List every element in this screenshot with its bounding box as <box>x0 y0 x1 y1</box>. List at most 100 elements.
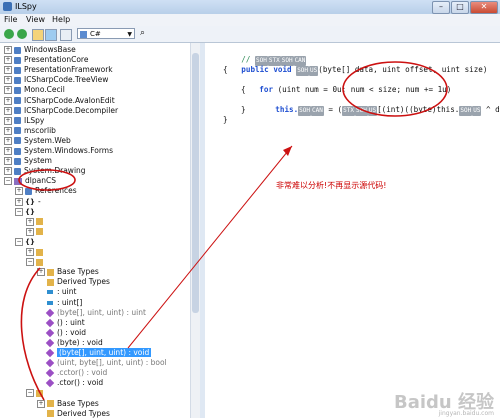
tree-item[interactable]: + PresentationFramework <box>4 65 113 75</box>
tree-item-label: References <box>35 186 77 196</box>
tree-item[interactable]: + PresentationCore <box>4 55 88 65</box>
tree-item[interactable]: () : void <box>37 328 86 338</box>
expand-icon[interactable]: + <box>4 86 12 95</box>
open-folder-icon[interactable] <box>32 29 44 41</box>
filter-icon[interactable] <box>60 29 72 41</box>
expand-icon[interactable]: + <box>4 56 12 65</box>
tree-item[interactable]: + System.Windows.Forms <box>4 146 113 156</box>
tree-item[interactable]: + ILSpy <box>4 116 44 126</box>
tree-item[interactable]: + System.Web <box>4 136 71 146</box>
class-icon <box>36 218 43 226</box>
expand-icon[interactable]: + <box>4 116 12 125</box>
tree-item[interactable]: + Mono.Cecil <box>4 85 65 95</box>
expand-icon[interactable]: + <box>4 136 12 145</box>
tree-item[interactable]: + System.Drawing <box>4 166 86 176</box>
expand-icon[interactable]: + <box>26 248 34 256</box>
expand-icon[interactable]: + <box>4 96 12 105</box>
maximize-button[interactable]: □ <box>451 1 469 14</box>
scroll-thumb[interactable] <box>192 53 199 313</box>
tree-item[interactable]: .cctor() : void <box>37 368 107 378</box>
tree-item[interactable]: +{} - <box>15 197 41 207</box>
expand-icon[interactable]: + <box>4 106 12 115</box>
expand-icon[interactable]: + <box>37 399 45 408</box>
expand-icon[interactable]: + <box>4 147 12 155</box>
tree-item-label: ICSharpCode.TreeView <box>24 75 109 85</box>
chevron-down-icon: ▼ <box>127 31 132 38</box>
tree-item[interactable]: : uint <box>37 287 76 297</box>
collapse-icon[interactable]: − <box>26 258 34 267</box>
tree-item[interactable]: + References <box>15 186 77 196</box>
forward-icon[interactable] <box>17 29 27 39</box>
collapse-icon[interactable]: − <box>4 177 12 186</box>
expand-icon[interactable]: + <box>15 197 23 206</box>
tree-item[interactable]: (uint, byte[], uint, uint) : bool <box>37 358 167 368</box>
tree-item-label: - <box>37 196 41 206</box>
expand-icon[interactable]: + <box>4 46 12 54</box>
menu-view[interactable]: View <box>26 15 45 24</box>
assembly-tree: + WindowsBase + PresentationCore + Presentati… <box>0 43 201 418</box>
tree-item[interactable]: + ICSharpCode.Decompiler <box>4 106 118 116</box>
expand-icon[interactable]: + <box>15 187 23 196</box>
tree-item[interactable]: + WindowsBase <box>4 45 76 55</box>
expand-icon[interactable]: + <box>26 227 34 236</box>
collapse-icon[interactable]: − <box>26 389 34 398</box>
expand-icon[interactable]: + <box>26 217 34 226</box>
collapse-icon[interactable]: − <box>15 237 23 246</box>
menu-help[interactable]: Help <box>52 15 70 24</box>
tree-item[interactable]: (byte[], uint, uint) : uint <box>37 308 146 318</box>
tree-item-label: .ctor() : void <box>57 378 104 388</box>
tree-item[interactable]: − <box>26 257 46 267</box>
tree-item[interactable]: −{} <box>15 207 38 217</box>
tree-item[interactable]: + Base Types <box>37 399 99 409</box>
tree-item[interactable]: + Base Types <box>37 267 99 277</box>
close-button[interactable]: ✕ <box>470 1 498 14</box>
tree-item[interactable]: + <box>26 227 46 237</box>
tree-item[interactable]: (byte) : void <box>37 338 103 348</box>
expand-icon[interactable]: + <box>4 66 12 75</box>
tree-item[interactable]: + ICSharpCode.TreeView <box>4 75 108 85</box>
class-icon <box>36 258 43 266</box>
method-icon <box>45 308 55 317</box>
tree-item-label: ILSpy <box>24 115 45 125</box>
window-title: ILSpy <box>15 2 37 11</box>
class-icon <box>36 248 43 256</box>
tree-item[interactable]: + <box>26 217 46 227</box>
expand-icon[interactable]: + <box>37 268 45 277</box>
tree-item-label: (uint, byte[], uint, uint) : bool <box>57 358 167 368</box>
tree-item-label: System <box>24 156 52 166</box>
search-icon[interactable]: ⌕ <box>140 29 150 39</box>
tree-item[interactable]: (byte[], uint, uint) : void <box>37 348 152 358</box>
minimize-button[interactable]: – <box>432 1 450 14</box>
tree-item-label: mscorlib <box>24 125 56 135</box>
tree-item[interactable]: −{} <box>15 237 38 247</box>
tree-item[interactable]: .ctor() : void <box>37 378 103 388</box>
tree-item-label: dlpanCS <box>25 176 56 186</box>
tree-item[interactable]: + System <box>4 156 52 166</box>
expand-icon[interactable]: + <box>4 126 12 135</box>
tree-item-label: (byte[], uint, uint) : uint <box>57 307 146 317</box>
tree-item[interactable]: + mscorlib <box>4 126 56 136</box>
tree-item[interactable]: () : uint <box>37 318 85 328</box>
reload-icon[interactable] <box>45 29 57 41</box>
tree-item[interactable]: − <box>26 388 46 398</box>
collapse-icon[interactable]: − <box>15 207 23 216</box>
code-line-brace-inner: { <box>241 85 246 94</box>
tree-item[interactable]: + <box>26 247 46 257</box>
back-icon[interactable] <box>4 29 14 39</box>
expand-icon[interactable]: + <box>4 167 12 176</box>
tree-item[interactable]: Derived Types <box>37 409 110 418</box>
tree-item-label: () : uint <box>57 317 85 327</box>
namespace-icon: {} <box>25 207 35 216</box>
language-select[interactable]: C# ▼ <box>77 28 135 39</box>
tree-item[interactable]: − dlpanCS <box>4 176 56 186</box>
tree-item[interactable]: Derived Types <box>37 277 110 287</box>
tree-item-label: () : void <box>57 327 87 337</box>
tree-scrollbar[interactable] <box>190 43 200 418</box>
class-icon <box>47 278 54 286</box>
tree-item[interactable]: + ICSharpCode.AvalonEdit <box>4 96 115 106</box>
tree-item-label: ICSharpCode.AvalonEdit <box>24 95 115 105</box>
menu-file[interactable]: File <box>4 15 17 24</box>
tree-item[interactable]: : uint[] <box>37 298 82 308</box>
expand-icon[interactable]: + <box>4 157 12 166</box>
expand-icon[interactable]: + <box>4 76 12 85</box>
